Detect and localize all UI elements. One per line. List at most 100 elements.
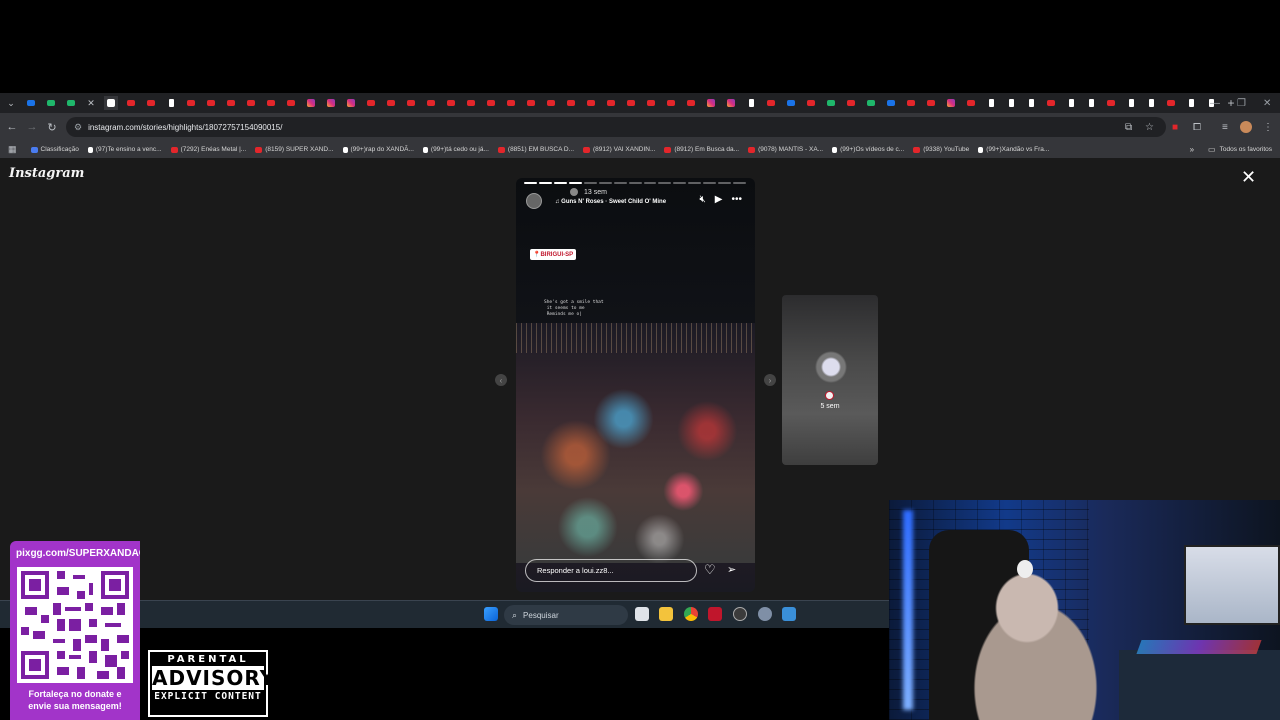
tab[interactable]	[1164, 96, 1178, 110]
tab[interactable]	[204, 96, 218, 110]
tab-active[interactable]	[104, 96, 118, 110]
tab[interactable]	[424, 96, 438, 110]
file-explorer-icon[interactable]	[659, 607, 673, 621]
tab[interactable]	[1044, 96, 1058, 110]
menu-kebab-icon[interactable]: ⋮	[1263, 113, 1273, 141]
mute-icon[interactable]: 🔇︎	[699, 194, 705, 205]
tab[interactable]	[144, 96, 158, 110]
tab[interactable]	[784, 96, 798, 110]
tab[interactable]	[164, 96, 178, 110]
play-icon[interactable]: ▶	[715, 194, 723, 205]
bookmark-item[interactable]: (99+)Xandão vs Fra...	[978, 146, 1049, 153]
tab[interactable]	[824, 96, 838, 110]
tab[interactable]	[1104, 96, 1118, 110]
tab[interactable]	[1144, 96, 1158, 110]
tab[interactable]	[464, 96, 478, 110]
bookmark-item[interactable]: (9078) MANTIS - XA...	[748, 146, 823, 153]
avatar[interactable]	[526, 193, 542, 209]
overflow-chevron-icon[interactable]: »	[1190, 145, 1194, 154]
tab[interactable]	[664, 96, 678, 110]
minimize-icon[interactable]: —	[1210, 93, 1220, 113]
app-icon[interactable]	[782, 607, 796, 621]
reply-input[interactable]: Responder a loui.zz8...	[525, 559, 697, 582]
streaming-app-icon[interactable]	[708, 607, 722, 621]
steam-icon[interactable]	[733, 607, 747, 621]
extension-icon[interactable]: ■	[1172, 113, 1178, 141]
tab[interactable]	[244, 96, 258, 110]
tab[interactable]	[1184, 96, 1198, 110]
tab[interactable]	[484, 96, 498, 110]
tab[interactable]	[964, 96, 978, 110]
heart-icon[interactable]: ♡	[704, 562, 716, 578]
active-story[interactable]: 13 sem ♫ Guns N' Roses · Sweet Child O' …	[516, 178, 755, 592]
tab[interactable]	[304, 96, 318, 110]
bookmark-item[interactable]: (8851) EM BUSCA D...	[497, 146, 574, 153]
reload-icon[interactable]: ↻	[42, 121, 62, 134]
windows-start-icon[interactable]	[484, 607, 498, 621]
previous-story-arrow-icon[interactable]: ‹	[495, 374, 507, 386]
tab[interactable]	[324, 96, 338, 110]
tab[interactable]	[544, 96, 558, 110]
taskbar-search[interactable]: ⌕ Pesquisar	[504, 605, 628, 625]
tab[interactable]	[744, 96, 758, 110]
tab[interactable]	[64, 96, 78, 110]
tab[interactable]	[184, 96, 198, 110]
tab[interactable]	[284, 96, 298, 110]
tab[interactable]	[364, 96, 378, 110]
tab[interactable]	[444, 96, 458, 110]
send-icon[interactable]: ➢	[727, 563, 736, 576]
task-view-icon[interactable]	[635, 607, 649, 621]
tab[interactable]	[904, 96, 918, 110]
tab[interactable]	[884, 96, 898, 110]
more-options-icon[interactable]: •••	[731, 194, 742, 205]
bookmark-item[interactable]: Classificação	[30, 146, 79, 153]
tab[interactable]	[844, 96, 858, 110]
tab[interactable]	[1004, 96, 1018, 110]
next-story-arrow-icon[interactable]: ›	[764, 374, 776, 386]
bookmark-item[interactable]: (7292) Enéas Metal |...	[170, 146, 246, 153]
close-icon[interactable]: ✕	[1241, 168, 1256, 186]
tab[interactable]	[504, 96, 518, 110]
tab[interactable]	[224, 96, 238, 110]
tab[interactable]	[644, 96, 658, 110]
bookmark-item[interactable]: (9338) YouTube	[913, 146, 969, 153]
back-arrow-icon[interactable]: ←	[2, 121, 22, 133]
tab[interactable]	[604, 96, 618, 110]
music-label[interactable]: ♫ Guns N' Roses · Sweet Child O' Mine	[555, 199, 666, 205]
tab[interactable]	[704, 96, 718, 110]
tab[interactable]	[1124, 96, 1138, 110]
tab-list-chevron-icon[interactable]: ⌄	[4, 96, 18, 110]
tab[interactable]	[264, 96, 278, 110]
bookmark-item[interactable]: (97)Te ensino a venc...	[87, 146, 162, 153]
apps-grid-icon[interactable]: ▦	[8, 144, 17, 155]
all-bookmarks[interactable]: » ▭ Todos os favoritos	[1183, 141, 1272, 158]
tab[interactable]	[124, 96, 138, 110]
tab-close-icon[interactable]: ✕	[84, 96, 98, 110]
tab[interactable]	[24, 96, 38, 110]
tab[interactable]	[984, 96, 998, 110]
tab[interactable]	[944, 96, 958, 110]
window-close-icon[interactable]: ✕	[1263, 93, 1271, 113]
tab[interactable]	[344, 96, 358, 110]
tab[interactable]	[724, 96, 738, 110]
instagram-logo[interactable]: Instagram	[9, 166, 84, 181]
tab[interactable]	[924, 96, 938, 110]
tab[interactable]	[384, 96, 398, 110]
location-sticker[interactable]: 📍BIRIGUI-SP	[530, 249, 577, 260]
tab[interactable]	[764, 96, 778, 110]
next-story-preview[interactable]: 5 sem	[782, 295, 878, 465]
tab[interactable]	[1024, 96, 1038, 110]
tab[interactable]	[524, 96, 538, 110]
bookmark-item[interactable]: (99+)rap do XANDÃ...	[342, 146, 414, 153]
tab[interactable]	[564, 96, 578, 110]
extensions-puzzle-icon[interactable]: ⧠	[1193, 113, 1201, 141]
tab[interactable]	[404, 96, 418, 110]
tab[interactable]	[804, 96, 818, 110]
tab[interactable]	[584, 96, 598, 110]
tab[interactable]	[44, 96, 58, 110]
bookmark-item[interactable]: (99+)tá cedo ou já...	[422, 146, 489, 153]
tab[interactable]	[684, 96, 698, 110]
bookmark-star-icon[interactable]: ☆	[1145, 113, 1154, 141]
tab[interactable]	[1084, 96, 1098, 110]
chrome-icon[interactable]	[684, 607, 698, 621]
